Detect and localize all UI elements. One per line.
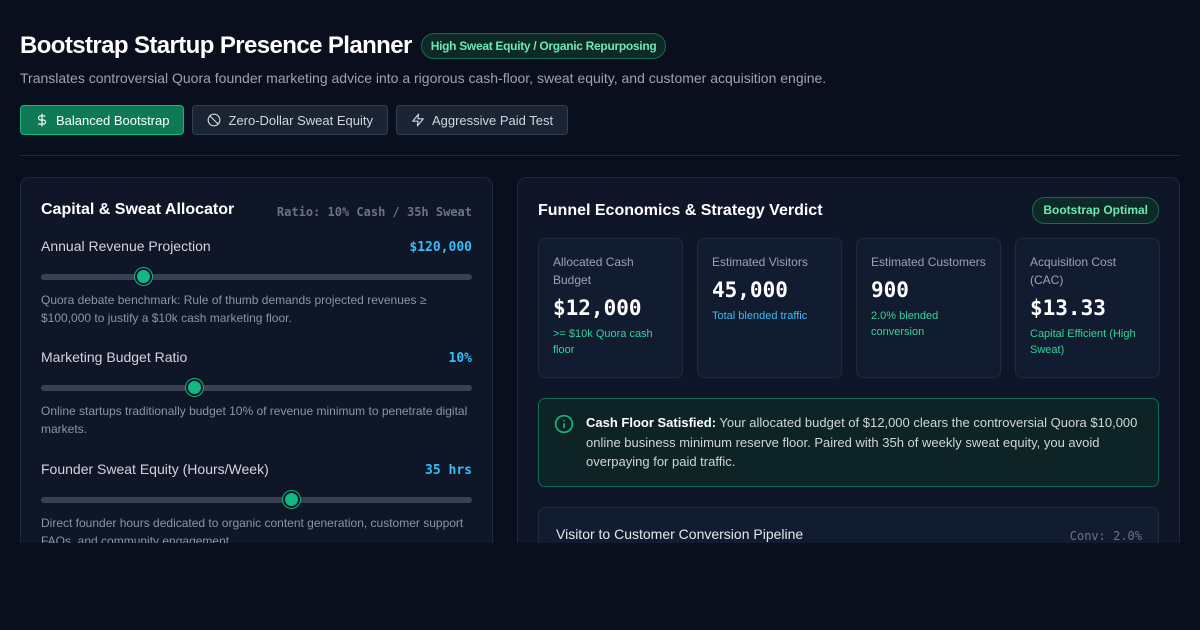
metric-label: Allocated Cash Budget (553, 255, 634, 287)
metric-note: Capital Efficient (High Sweat) (1030, 328, 1136, 356)
preset-balanced-bootstrap-button[interactable]: Balanced Bootstrap (20, 105, 185, 135)
control-label: Founder Sweat Equity (Hours/Week) (41, 461, 269, 477)
preset-label: Balanced Bootstrap (56, 112, 170, 128)
alert-text: Cash Floor Satisfied: Your allocated bud… (586, 413, 1146, 472)
metric-card-visitors: Estimated Visitors 45,000 Total blended … (697, 238, 842, 378)
verdict-badge: Bootstrap Optimal (1032, 197, 1159, 224)
divider (20, 155, 1180, 156)
control-value: 35 hrs (425, 463, 472, 478)
control-description: Direct founder hours dedicated to organi… (41, 516, 464, 543)
allocator-title: Capital & Sweat Allocator (41, 201, 235, 218)
allocator-panel: Capital & Sweat Allocator Ratio: 10% Cas… (20, 177, 493, 543)
ban-icon (208, 113, 221, 127)
control-label: Annual Revenue Projection (41, 238, 211, 254)
preset-label: Aggressive Paid Test (431, 112, 554, 128)
info-icon (554, 414, 574, 434)
metric-label: Acquisition Cost (CAC) (1030, 255, 1117, 287)
page-subtitle: Translates controversial Quora founder m… (20, 70, 827, 86)
pipeline-conversion: Conv: 2.0% (1069, 529, 1142, 543)
metric-value: $13.33 (1030, 296, 1106, 320)
control-value: 10% (448, 351, 472, 366)
metric-note: 2.0% blended conversion (871, 310, 939, 338)
viewport: Bootstrap Startup Presence Planner High … (0, 0, 1200, 543)
alert-heading: Cash Floor Satisfied: (586, 415, 717, 430)
conversion-pipeline: Visitor to Customer Conversion Pipeline … (538, 507, 1159, 543)
strategy-badge: High Sweat Equity / Organic Repurposing (420, 33, 667, 59)
budget-ratio-slider[interactable] (41, 379, 472, 396)
lightning-icon (412, 113, 424, 127)
metric-value: $12,000 (553, 296, 642, 320)
slider-thumb[interactable] (135, 268, 153, 285)
cash-floor-alert: Cash Floor Satisfied: Your allocated bud… (538, 398, 1159, 487)
dollar-icon (37, 113, 47, 127)
header: Bootstrap Startup Presence Planner High … (20, 32, 667, 60)
page: Bootstrap Startup Presence Planner High … (0, 0, 1200, 630)
slider-thumb[interactable] (186, 379, 203, 396)
preset-label: Zero-Dollar Sweat Equity (228, 112, 373, 128)
metric-label: Estimated Customers (871, 255, 986, 269)
metric-card-customers: Estimated Customers 900 2.0% blended con… (856, 238, 1001, 378)
control-description: Quora debate benchmark: Rule of thumb de… (41, 293, 427, 325)
revenue-slider[interactable] (41, 268, 472, 285)
metric-card-cash-budget: Allocated Cash Budget $12,000 >= $10k Qu… (538, 238, 683, 378)
control-description: Online startups traditionally budget 10%… (41, 404, 468, 436)
preset-zero-dollar-button[interactable]: Zero-Dollar Sweat Equity (192, 105, 388, 135)
verdict-title: Funnel Economics & Strategy Verdict (538, 202, 823, 219)
control-label: Marketing Budget Ratio (41, 349, 188, 365)
metric-value: 900 (871, 278, 909, 302)
metric-cards: Allocated Cash Budget $12,000 >= $10k Qu… (538, 238, 1160, 378)
sweat-equity-slider[interactable] (41, 491, 472, 508)
metric-note: Total blended traffic (712, 310, 808, 322)
preset-bar: Balanced Bootstrap Zero-Dollar Sweat Equ… (20, 105, 569, 135)
page-title: Bootstrap Startup Presence Planner (20, 32, 412, 59)
metric-label: Estimated Visitors (712, 255, 808, 269)
ratio-readout: Ratio: 10% Cash / 35h Sweat (276, 205, 472, 219)
preset-aggressive-paid-button[interactable]: Aggressive Paid Test (395, 105, 569, 135)
metric-note: >= $10k Quora cash floor (553, 328, 653, 356)
metric-card-cac: Acquisition Cost (CAC) $13.33 Capital Ef… (1015, 238, 1160, 378)
pipeline-title: Visitor to Customer Conversion Pipeline (556, 526, 804, 542)
verdict-panel: Funnel Economics & Strategy Verdict Boot… (517, 177, 1180, 543)
slider-thumb[interactable] (282, 491, 300, 508)
control-value: $120,000 (409, 240, 472, 255)
metric-value: 45,000 (712, 278, 788, 302)
